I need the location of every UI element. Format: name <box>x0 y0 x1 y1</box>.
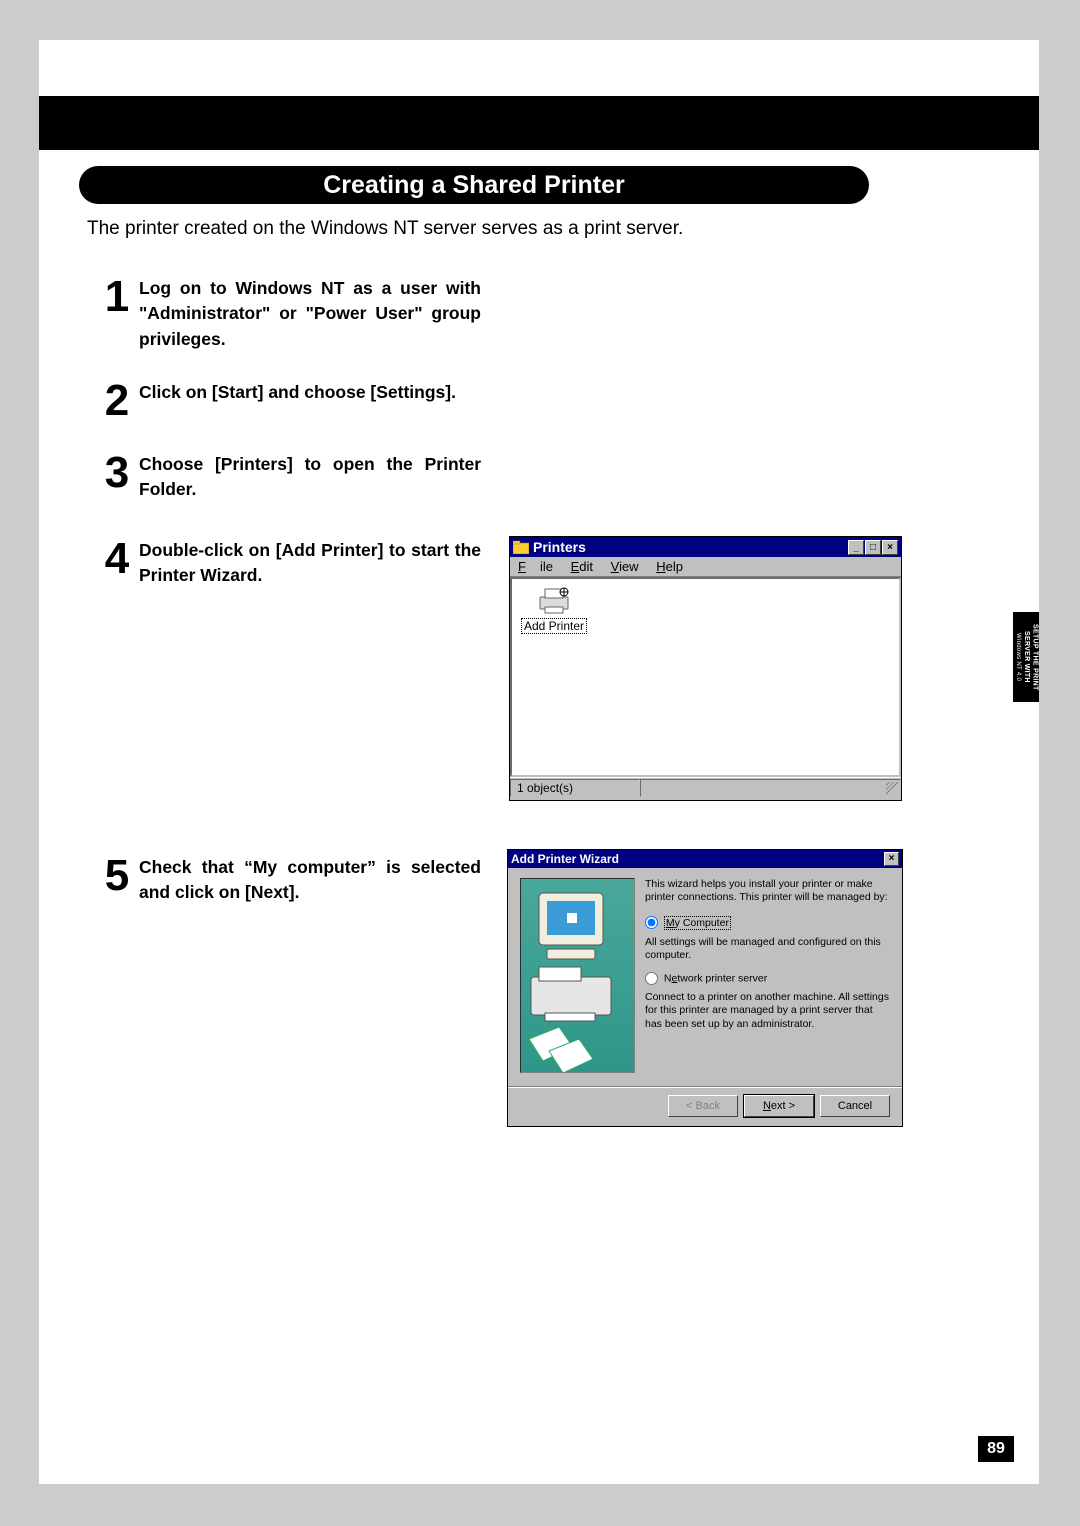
menu-file[interactable]: File <box>518 559 553 574</box>
radio-my-computer-input[interactable] <box>645 916 658 929</box>
step-text: Double-click on [Add Printer] to start t… <box>139 538 481 589</box>
my-computer-description: All settings will be managed and configu… <box>645 936 890 962</box>
window-title: Printers <box>533 539 848 555</box>
wizard-intro-text: This wizard helps you install your print… <box>645 878 890 904</box>
side-tab: SETUP THE PRINT SERVER WITH Windows NT 4… <box>1013 612 1039 702</box>
status-filler <box>640 779 901 797</box>
document-page: Creating a Shared Printer The printer cr… <box>39 40 1039 1484</box>
step-text: Log on to Windows NT as a user with "Adm… <box>139 276 481 352</box>
close-button[interactable]: × <box>884 852 899 866</box>
add-printer-label: Add Printer <box>521 618 587 634</box>
add-printer-item[interactable]: Add Printer <box>518 585 590 634</box>
header-black-bar <box>39 96 1039 150</box>
window-titlebar: Printers _ □ × <box>510 537 901 557</box>
side-tab-line2: SERVER WITH <box>1023 631 1030 683</box>
step-text: Choose [Printers] to open the Printer Fo… <box>139 452 481 503</box>
maximize-button[interactable]: □ <box>865 540 881 555</box>
step-text: Check that “My computer” is selected and… <box>139 855 481 906</box>
close-button[interactable]: × <box>882 540 898 555</box>
network-printer-description: Connect to a printer on another machine.… <box>645 991 890 1030</box>
window-titlebar: Add Printer Wizard × <box>508 850 902 868</box>
menu-help[interactable]: Help <box>656 559 683 574</box>
step-number: 1 <box>101 272 131 322</box>
step-3: 3 Choose [Printers] to open the Printer … <box>101 452 481 503</box>
radio-network-printer-label: Network printer server <box>664 972 767 984</box>
cancel-button[interactable]: Cancel <box>820 1095 890 1117</box>
step-number: 2 <box>101 376 131 426</box>
step-5: 5 Check that “My computer” is selected a… <box>101 855 481 906</box>
radio-network-printer[interactable]: Network printer server <box>645 972 890 985</box>
wizard-button-row: < Back Next > Cancel <box>508 1086 902 1125</box>
menu-view[interactable]: View <box>611 559 639 574</box>
printers-window-screenshot: Printers _ □ × File Edit View Help <box>509 536 902 801</box>
intro-text: The printer created on the Windows NT se… <box>87 218 683 240</box>
section-title: Creating a Shared Printer <box>79 166 869 204</box>
step-2: 2 Click on [Start] and choose [Settings]… <box>101 380 481 405</box>
wizard-text-column: This wizard helps you install your print… <box>645 878 890 1086</box>
step-number: 3 <box>101 448 131 498</box>
step-number: 5 <box>101 851 131 901</box>
step-number: 4 <box>101 534 131 584</box>
next-button[interactable]: Next > <box>744 1095 814 1117</box>
radio-my-computer[interactable]: My Computer <box>645 916 890 929</box>
wizard-illustration <box>520 878 635 1073</box>
radio-network-printer-input[interactable] <box>645 972 658 985</box>
status-text: 1 object(s) <box>510 779 640 797</box>
status-bar: 1 object(s) <box>510 777 901 797</box>
add-printer-icon <box>537 585 571 615</box>
minimize-button[interactable]: _ <box>848 540 864 555</box>
add-printer-wizard-screenshot: Add Printer Wizard × This wizard helps <box>507 849 903 1127</box>
window-title: Add Printer Wizard <box>511 852 884 866</box>
menu-bar: File Edit View Help <box>510 557 901 577</box>
side-tab-line1: SETUP THE PRINT <box>1032 624 1039 691</box>
step-4: 4 Double-click on [Add Printer] to start… <box>101 538 481 589</box>
printers-folder-icon <box>513 540 529 554</box>
window-body: Add Printer <box>510 577 901 777</box>
step-1: 1 Log on to Windows NT as a user with "A… <box>101 276 481 352</box>
step-text: Click on [Start] and choose [Settings]. <box>139 380 481 405</box>
back-button: < Back <box>668 1095 738 1117</box>
radio-my-computer-label: My Computer <box>664 916 731 930</box>
menu-edit[interactable]: Edit <box>571 559 593 574</box>
side-tab-line3: Windows NT 4.0 <box>1015 633 1021 681</box>
page-number: 89 <box>978 1436 1014 1462</box>
resize-grip-icon <box>886 782 899 795</box>
